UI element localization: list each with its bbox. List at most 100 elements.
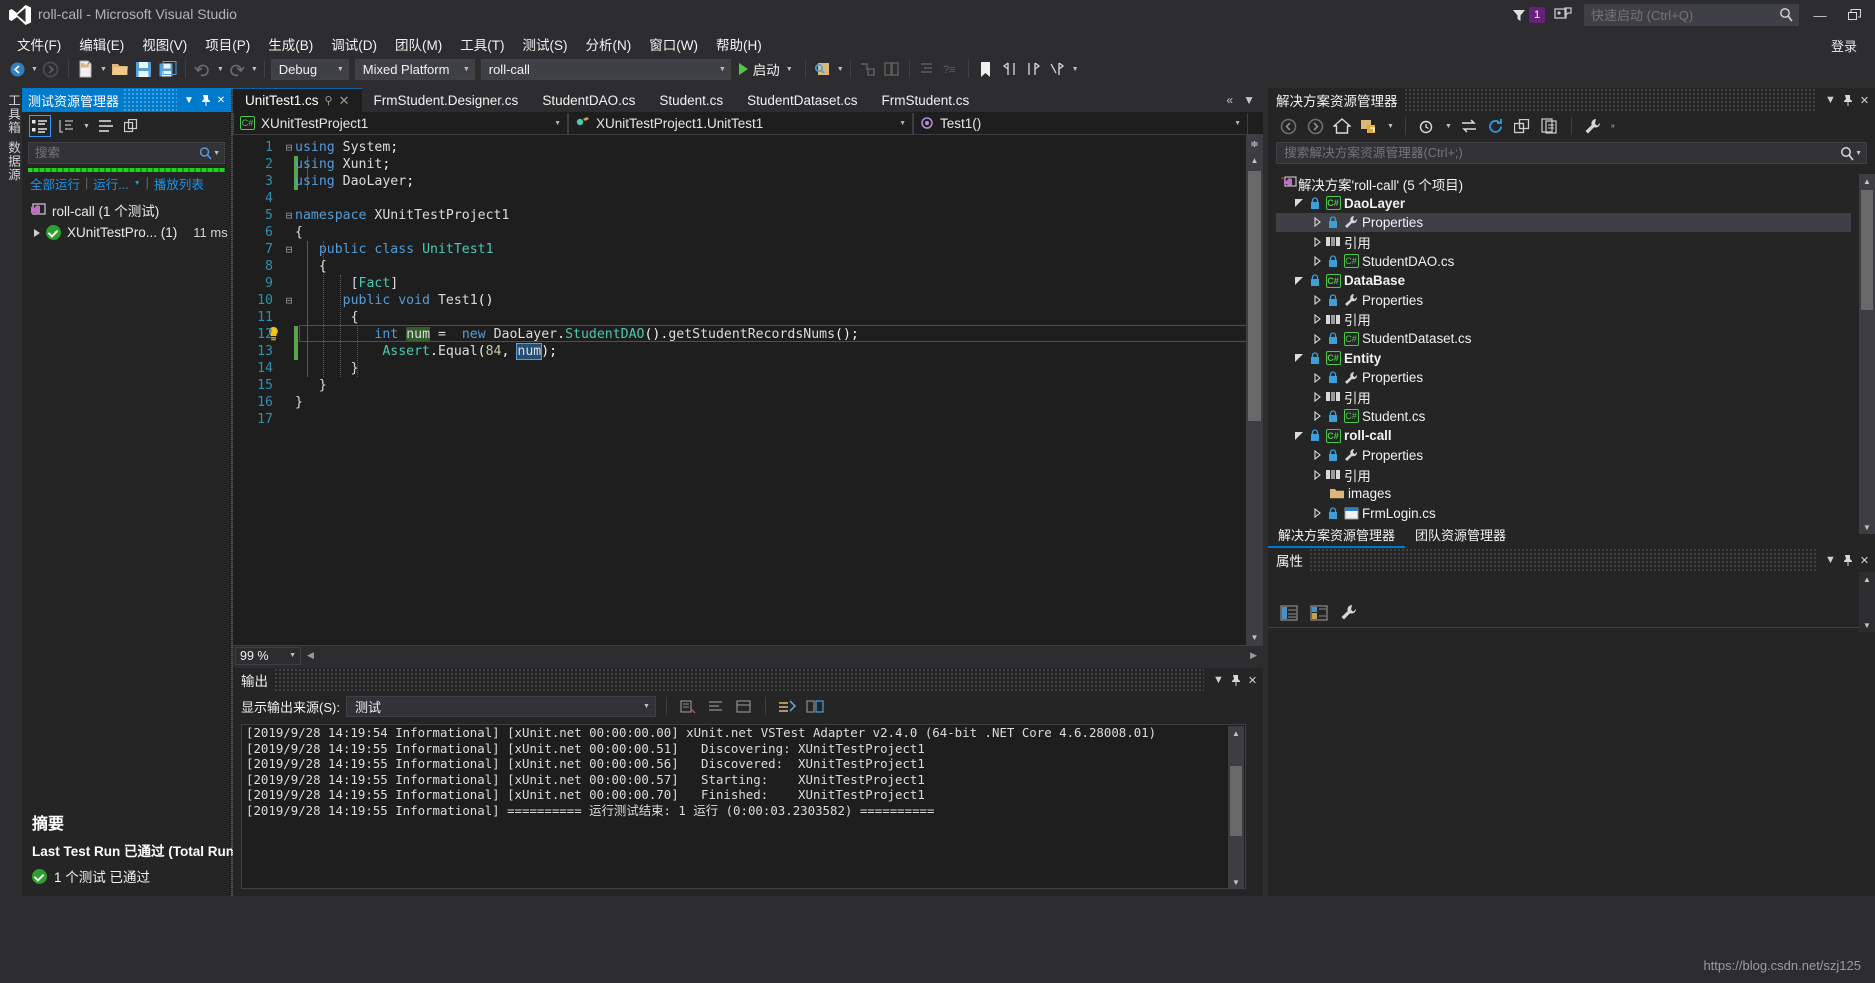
scroll-up-icon[interactable]: ▲ bbox=[1859, 174, 1875, 188]
tab-team-explorer[interactable]: 团队资源管理器 bbox=[1405, 523, 1516, 548]
expander-right-icon[interactable] bbox=[1310, 333, 1324, 344]
menu-item-build[interactable]: 生成(B) bbox=[259, 32, 322, 56]
scroll-up-icon[interactable]: ▲ bbox=[1859, 572, 1875, 586]
menu-item-tools[interactable]: 工具(T) bbox=[451, 32, 513, 56]
expander-down-icon[interactable] bbox=[1292, 276, 1306, 286]
tab-frmstudent-designer-cs[interactable]: FrmStudent.Designer.cs bbox=[362, 88, 531, 112]
tree-row-properties-2[interactable]: Properties bbox=[1276, 290, 1851, 309]
expander-right-icon[interactable] bbox=[1310, 469, 1324, 480]
menu-item-help[interactable]: 帮助(H) bbox=[707, 32, 771, 56]
minimize-button[interactable]: — bbox=[1807, 4, 1833, 26]
step-into-icon[interactable] bbox=[857, 58, 879, 80]
menu-item-team[interactable]: 团队(M) bbox=[386, 32, 451, 56]
step-over-icon[interactable] bbox=[881, 58, 903, 80]
close-icon[interactable]: ✕ bbox=[213, 95, 229, 106]
attach-dropdown-icon[interactable]: ▼ bbox=[837, 66, 844, 73]
test-search-box[interactable]: ▼ bbox=[28, 142, 225, 164]
menu-item-window[interactable]: 窗口(W) bbox=[640, 32, 707, 56]
tree-row-student-cs[interactable]: C# Student.cs bbox=[1276, 407, 1851, 426]
refresh-icon[interactable] bbox=[1486, 116, 1506, 136]
tab-unittest1-cs[interactable]: UnitTest1.cs ⚲ ✕ bbox=[233, 88, 362, 112]
undo-dropdown-icon[interactable]: ▼ bbox=[217, 66, 224, 73]
toolbar-overflow-icon[interactable]: » bbox=[1611, 123, 1615, 130]
tree-row-project-database[interactable]: C# DataBase bbox=[1276, 271, 1851, 290]
comment-icon[interactable]: ?≡ bbox=[940, 58, 962, 80]
tree-row-images-folder[interactable]: images bbox=[1276, 484, 1851, 503]
scroll-right-icon[interactable]: ▶ bbox=[1250, 650, 1257, 661]
search-icon[interactable] bbox=[1840, 146, 1854, 161]
scroll-up-icon[interactable]: ▲ bbox=[1228, 726, 1244, 740]
close-icon[interactable]: ✕ bbox=[339, 93, 350, 109]
pending-changes-icon[interactable] bbox=[1359, 116, 1379, 136]
drag-handle[interactable] bbox=[274, 668, 1204, 692]
startup-project-combo[interactable]: roll-call ▼ bbox=[480, 58, 731, 80]
toolbox-tab[interactable]: 工具箱 bbox=[4, 94, 23, 135]
feedback-icon[interactable] bbox=[1554, 7, 1576, 23]
tree-row-references-2[interactable]: 引用 bbox=[1276, 310, 1851, 329]
expander-right-icon[interactable] bbox=[1310, 314, 1324, 325]
copy-icon[interactable] bbox=[122, 116, 142, 136]
tree-row-studentdao-cs[interactable]: C# StudentDAO.cs bbox=[1276, 252, 1851, 271]
drag-handle[interactable] bbox=[1403, 88, 1816, 112]
menu-item-file[interactable]: 文件(F) bbox=[8, 32, 70, 56]
test-tree-item[interactable]: XUnitTestPro... (1) 11 ms bbox=[22, 221, 231, 244]
navbar-type-combo[interactable]: XUnitTestProject1.UnitTest1 ▼ bbox=[568, 112, 913, 134]
sync-with-active-document-icon[interactable] bbox=[1459, 116, 1479, 136]
menu-item-project[interactable]: 项目(P) bbox=[196, 32, 259, 56]
menu-item-edit[interactable]: 编辑(E) bbox=[70, 32, 133, 56]
fold-toggle[interactable]: ⊟ bbox=[283, 241, 295, 258]
tab-frmstudent-cs[interactable]: FrmStudent.cs bbox=[869, 88, 981, 112]
clear-bookmarks-icon[interactable] bbox=[1047, 58, 1069, 80]
new-project-dropdown-icon[interactable]: ▼ bbox=[100, 66, 107, 73]
chevron-down-icon[interactable]: ▼ bbox=[1822, 554, 1839, 566]
pin-icon[interactable] bbox=[1227, 674, 1244, 686]
scroll-down-icon[interactable]: ▼ bbox=[1246, 630, 1263, 645]
tree-row-properties-4[interactable]: Properties bbox=[1276, 445, 1851, 464]
start-debug-button[interactable]: 启动 ▼ bbox=[733, 59, 799, 79]
tree-row-references[interactable]: 引用 bbox=[1276, 232, 1851, 251]
properties-object-scrollbar[interactable]: ▲ ▼ bbox=[1859, 572, 1875, 632]
toolbar-overflow-icon[interactable]: ▼ bbox=[1072, 66, 1079, 73]
tree-row-project-roll-call[interactable]: C# roll-call bbox=[1276, 426, 1851, 445]
toggle-output-icon[interactable] bbox=[733, 696, 755, 716]
output-log-area[interactable]: [2019/9/28 14:19:54 Informational] [xUni… bbox=[241, 724, 1246, 889]
chevron-down-icon[interactable]: ▼ bbox=[134, 180, 141, 187]
expander-down-icon[interactable] bbox=[1292, 431, 1306, 441]
expander-right-icon[interactable] bbox=[1310, 295, 1324, 306]
solution-configuration-combo[interactable]: Debug ▼ bbox=[270, 58, 349, 80]
scrollbar-thumb[interactable] bbox=[1248, 171, 1261, 421]
navigate-backward-icon[interactable] bbox=[6, 58, 28, 80]
zoom-level-combo[interactable]: 99 % ▼ bbox=[235, 646, 301, 665]
back-icon[interactable] bbox=[1278, 116, 1298, 136]
fold-toggle[interactable]: ⊟ bbox=[283, 139, 295, 156]
scrollbar-thumb[interactable] bbox=[1230, 766, 1242, 836]
expander-right-icon[interactable] bbox=[1310, 450, 1324, 461]
home-icon[interactable] bbox=[1332, 116, 1352, 136]
run-all-link[interactable]: 全部运行 bbox=[30, 174, 80, 193]
notification-funnel-icon[interactable]: 1 bbox=[1512, 5, 1546, 25]
search-options-dropdown-icon[interactable]: ▼ bbox=[1855, 150, 1862, 157]
tree-row-studentdataset-cs[interactable]: C# StudentDataset.cs bbox=[1276, 329, 1851, 348]
restore-button[interactable] bbox=[1841, 4, 1867, 26]
chevron-down-icon[interactable]: ▼ bbox=[1387, 123, 1394, 130]
close-icon[interactable]: ✕ bbox=[1856, 554, 1873, 567]
run-link[interactable]: 运行... bbox=[93, 174, 128, 193]
pin-icon[interactable] bbox=[1839, 554, 1856, 566]
menu-item-analyze[interactable]: 分析(N) bbox=[577, 32, 641, 56]
expander-right-icon[interactable] bbox=[1310, 508, 1324, 519]
alphabetical-view-icon[interactable] bbox=[1308, 603, 1330, 623]
scroll-up-icon[interactable]: ▲ bbox=[1246, 153, 1263, 168]
scroll-tabs-left-icon[interactable]: « bbox=[1226, 93, 1233, 107]
menu-item-test[interactable]: 测试(S) bbox=[514, 32, 577, 56]
solution-platform-combo[interactable]: Mixed Platform ▼ bbox=[354, 58, 475, 80]
tree-row-solution[interactable]: 解决方案'roll-call' (5 个项目) bbox=[1276, 174, 1851, 193]
solution-search-box[interactable]: ▼ bbox=[1276, 142, 1867, 164]
toggle-message-icon[interactable] bbox=[804, 696, 826, 716]
quick-launch-box[interactable] bbox=[1584, 4, 1799, 26]
drag-handle[interactable] bbox=[1309, 548, 1816, 572]
go-to-message-icon[interactable] bbox=[776, 696, 798, 716]
scroll-down-icon[interactable]: ▼ bbox=[1859, 618, 1875, 632]
redo-dropdown-icon[interactable]: ▼ bbox=[251, 66, 258, 73]
pin-icon[interactable] bbox=[197, 94, 213, 106]
chevron-down-icon[interactable]: ▼ bbox=[1210, 674, 1227, 686]
